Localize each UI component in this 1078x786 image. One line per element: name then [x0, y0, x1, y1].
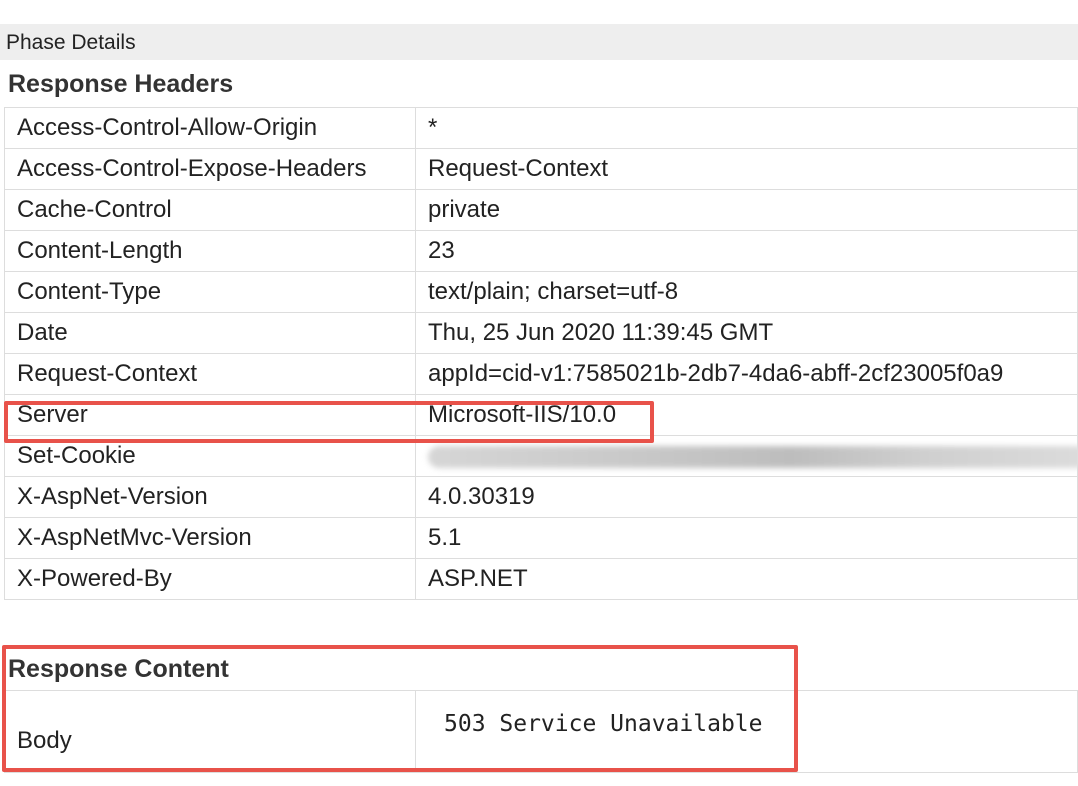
header-value: 23: [415, 230, 1078, 272]
table-row: Date Thu, 25 Jun 2020 11:39:45 GMT: [4, 312, 1078, 354]
header-value: Microsoft-IIS/10.0: [415, 394, 1078, 436]
header-value-redacted: [415, 435, 1078, 477]
table-row: Cache-Control private: [4, 189, 1078, 231]
header-key: Server: [4, 394, 416, 436]
header-value: Thu, 25 Jun 2020 11:39:45 GMT: [415, 312, 1078, 354]
header-value: text/plain; charset=utf-8: [415, 271, 1078, 313]
header-value: Request-Context: [415, 148, 1078, 190]
table-row: Access-Control-Allow-Origin *: [4, 107, 1078, 149]
table-row: Content-Type text/plain; charset=utf-8: [4, 271, 1078, 313]
header-key: X-AspNetMvc-Version: [4, 517, 416, 559]
header-key: Cache-Control: [4, 189, 416, 231]
header-value: *: [415, 107, 1078, 149]
header-key: Access-Control-Allow-Origin: [4, 107, 416, 149]
table-row: Set-Cookie: [4, 435, 1078, 477]
body-label: Body: [4, 690, 416, 773]
header-value: 5.1: [415, 517, 1078, 559]
header-key: Set-Cookie: [4, 435, 416, 477]
table-row: Content-Length 23: [4, 230, 1078, 272]
header-key: X-AspNet-Version: [4, 476, 416, 518]
header-value: 4.0.30319: [415, 476, 1078, 518]
header-value: private: [415, 189, 1078, 231]
header-value: ASP.NET: [415, 558, 1078, 600]
table-row: X-Powered-By ASP.NET: [4, 558, 1078, 600]
response-headers-table: Access-Control-Allow-Origin * Access-Con…: [4, 107, 1078, 600]
response-content-table: Body 503 Service Unavailable: [4, 690, 1078, 773]
table-row: Request-Context appId=cid-v1:7585021b-2d…: [4, 353, 1078, 395]
phase-details-title: Phase Details: [6, 31, 136, 54]
redacted-cookie-value: [428, 445, 1077, 468]
header-key: Request-Context: [4, 353, 416, 395]
header-key: X-Powered-By: [4, 558, 416, 600]
header-key: Content-Length: [4, 230, 416, 272]
table-row: X-AspNetMvc-Version 5.1: [4, 517, 1078, 559]
header-key: Access-Control-Expose-Headers: [4, 148, 416, 190]
header-key: Date: [4, 312, 416, 354]
table-row-body: Body 503 Service Unavailable: [4, 690, 1078, 773]
table-row-server: Server Microsoft-IIS/10.0: [4, 394, 1078, 436]
phase-details-bar: Phase Details: [0, 24, 1078, 60]
response-content-title: Response Content: [8, 655, 229, 683]
response-headers-title: Response Headers: [8, 70, 234, 98]
header-value: appId=cid-v1:7585021b-2db7-4da6-abff-2cf…: [415, 353, 1078, 395]
table-row: X-AspNet-Version 4.0.30319: [4, 476, 1078, 518]
body-value: 503 Service Unavailable: [415, 690, 1078, 773]
table-row: Access-Control-Expose-Headers Request-Co…: [4, 148, 1078, 190]
header-key: Content-Type: [4, 271, 416, 313]
